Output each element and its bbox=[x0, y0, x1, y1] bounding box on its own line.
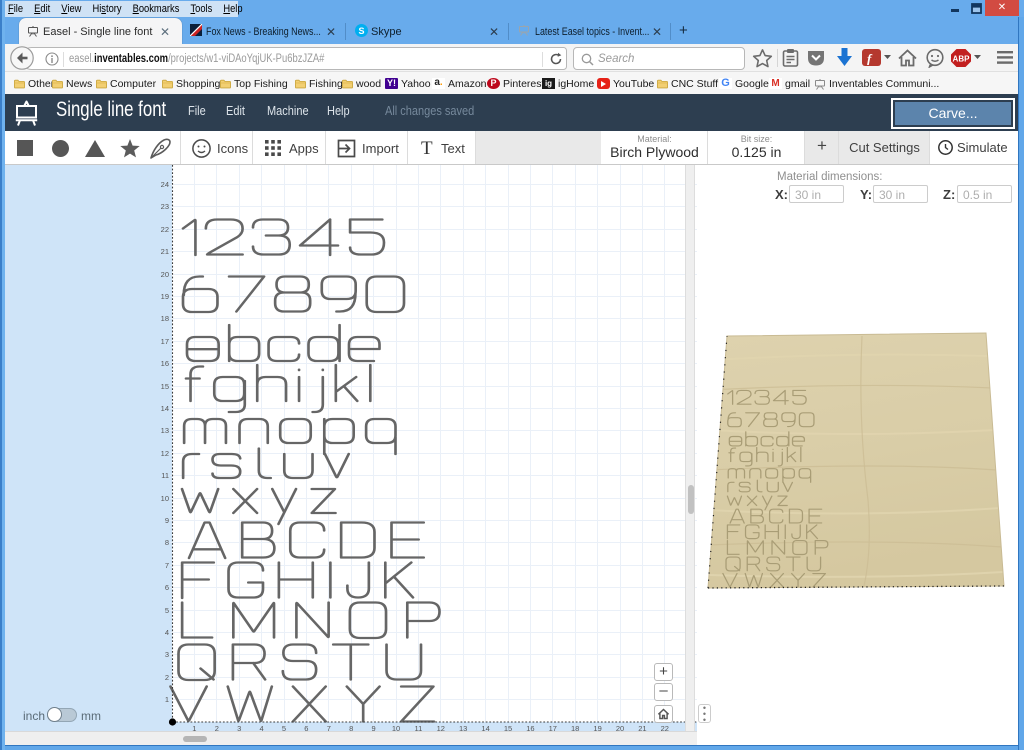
svg-text:ABP: ABP bbox=[953, 55, 971, 64]
svg-text:f: f bbox=[867, 51, 873, 65]
svg-text:S: S bbox=[358, 26, 364, 36]
